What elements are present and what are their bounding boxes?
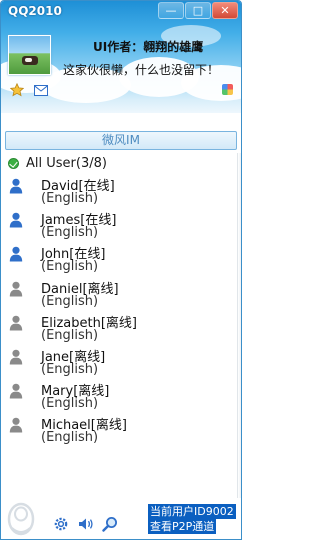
- contact-row-james[interactable]: James[在线] (English): [1, 209, 241, 242]
- contact-row-david[interactable]: David[在线] (English): [1, 175, 241, 208]
- contact-language: (English): [41, 430, 99, 446]
- search-icon[interactable]: [102, 516, 118, 532]
- settings-gear-icon[interactable]: [53, 516, 69, 532]
- offline-person-icon: [9, 281, 23, 297]
- contact-language: (English): [41, 191, 99, 206]
- group-expanded-icon: [8, 158, 19, 169]
- contact-status: [离线]: [100, 315, 137, 331]
- maximize-icon[interactable]: □: [185, 2, 211, 19]
- contact-row-jane[interactable]: Jane[离线] (English): [1, 346, 241, 379]
- status-star-icon[interactable]: [10, 83, 24, 97]
- contact-language: (English): [41, 293, 99, 309]
- signature-text[interactable]: 这家伙很懒，什么也没留下！: [63, 61, 219, 78]
- current-user-id: 当前用户ID9002: [148, 504, 236, 519]
- contact-row-john[interactable]: John[在线] (English): [1, 243, 241, 276]
- contact-row-michael[interactable]: Michael[离线] (English): [1, 414, 241, 447]
- online-person-icon: [9, 212, 23, 228]
- offline-person-icon: [9, 315, 23, 331]
- group-label: All User(3/8): [26, 156, 107, 171]
- offline-person-icon: [9, 383, 23, 399]
- offline-person-icon: [9, 349, 23, 365]
- mail-icon[interactable]: [34, 85, 48, 96]
- contact-language: (English): [41, 396, 99, 412]
- window-title: QQ2010: [8, 4, 62, 18]
- contact-language: (English): [41, 225, 99, 241]
- contact-language: (English): [41, 259, 99, 275]
- group-header-all-user[interactable]: All User(3/8): [8, 156, 107, 171]
- avatar[interactable]: [8, 35, 51, 75]
- online-person-icon: [9, 247, 23, 262]
- footer-toolbar: 当前用户ID9002 查看P2P通道: [1, 497, 241, 539]
- footer-user-info: 当前用户ID9002 查看P2P通道: [148, 504, 241, 534]
- contact-language: (English): [41, 327, 99, 343]
- volume-icon[interactable]: [78, 516, 94, 532]
- tab-weifeng-im[interactable]: 微风IM: [5, 131, 237, 150]
- online-person-icon: [9, 178, 23, 194]
- contact-row-daniel[interactable]: Daniel[离线] (English): [1, 278, 241, 311]
- offline-person-icon: [9, 418, 23, 433]
- contact-row-mary[interactable]: Mary[离线] (English): [1, 380, 241, 413]
- qq-penguin-logo-icon[interactable]: [4, 500, 38, 538]
- contact-row-elizabeth[interactable]: Elizabeth[离线] (English): [1, 312, 241, 345]
- avatar-cow-image: [22, 56, 38, 65]
- profile-header: QQ2010 — □ ✕ UI作者：翱翔的雄鹰 这家伙很懒，什么也没留下！: [1, 1, 241, 113]
- contact-language: (English): [41, 362, 99, 377]
- view-p2p-channel-link[interactable]: 查看P2P通道: [148, 519, 217, 534]
- author-line: UI作者：翱翔的雄鹰: [93, 40, 204, 54]
- window-controls: — □ ✕: [158, 2, 238, 19]
- scrollbar-track[interactable]: [237, 153, 241, 498]
- minimize-icon[interactable]: —: [158, 2, 184, 19]
- close-icon[interactable]: ✕: [212, 2, 238, 19]
- apps-icon[interactable]: [221, 83, 234, 96]
- qq-main-window: QQ2010 — □ ✕ UI作者：翱翔的雄鹰 这家伙很懒，什么也没留下！ 微风…: [0, 0, 242, 540]
